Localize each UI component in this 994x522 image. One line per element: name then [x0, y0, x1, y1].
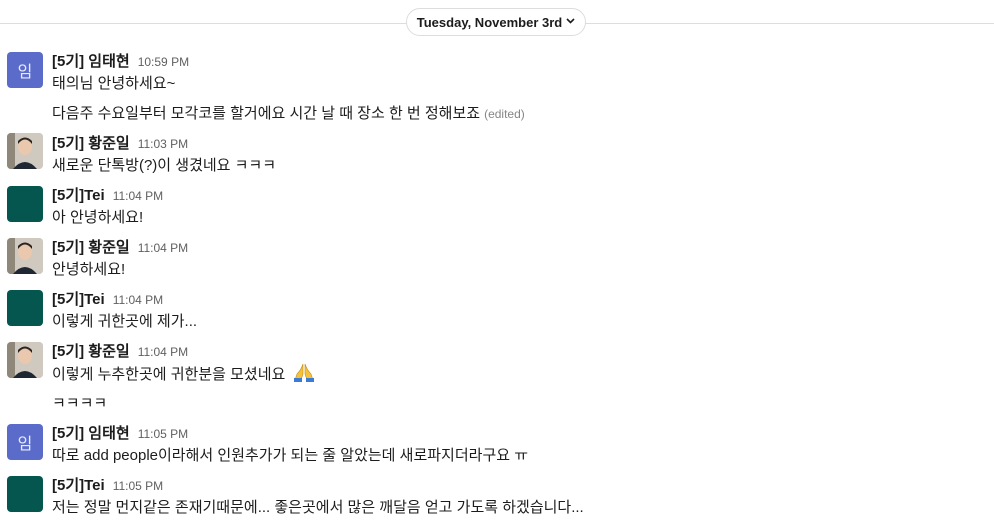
avatar[interactable]	[7, 342, 43, 378]
message-author[interactable]: [5기] 임태현 10:59 PM	[52, 50, 189, 71]
message-author[interactable]: [5기]Tei 11:04 PM	[52, 184, 163, 205]
message-timestamp[interactable]: 11:04 PM	[138, 345, 188, 359]
message-author[interactable]: [5기]Tei 11:05 PM	[52, 474, 163, 495]
message-text: 아 안녕하세요!	[52, 209, 144, 226]
avatar[interactable]	[7, 476, 43, 512]
message-text: 다음주 수요일부터 모각코를 할거에요 시간 날 때 장소 한 번 정해보죠 (e…	[52, 102, 525, 123]
author-name[interactable]: [5기] 임태현	[52, 425, 130, 442]
avatar-initial: 임	[17, 436, 33, 453]
message-text: 따로 add people이라해서 인원추가가 되는 줄 알았는데 새로파지더라…	[52, 447, 529, 464]
message-text: ㅋㅋㅋㅋ	[52, 395, 108, 412]
avatar[interactable]: 임	[7, 52, 43, 88]
edited-label: (edited)	[484, 107, 525, 121]
message-author[interactable]: [5기] 황준일 11:04 PM	[52, 340, 188, 361]
date-divider: Tuesday, November 3rd	[0, 0, 994, 46]
message-line: 이렇게 누추한곳에 귀한분을 모셨네요	[52, 366, 286, 383]
author-name[interactable]: [5기]Tei	[52, 291, 105, 308]
message-author[interactable]: [5기] 황준일 11:03 PM	[52, 132, 188, 153]
avatar[interactable]	[7, 238, 43, 274]
message-text: 이렇게 누추한곳에 귀한분을 모셨네요	[52, 362, 315, 386]
chevron-down-icon	[566, 16, 575, 27]
message-author[interactable]: [5기] 황준일 11:04 PM	[52, 236, 188, 257]
message-author[interactable]: [5기]Tei 11:04 PM	[52, 288, 163, 309]
avatar[interactable]	[7, 290, 43, 326]
date-label: Tuesday, November 3rd	[416, 14, 563, 30]
author-name[interactable]: [5기] 황준일	[52, 343, 130, 360]
message-timestamp[interactable]: 11:04 PM	[113, 293, 163, 307]
author-name[interactable]: [5기] 임태현	[52, 53, 130, 70]
avatar[interactable]	[7, 186, 43, 222]
message-text: 이렇게 귀한곳에 제가...	[52, 313, 198, 330]
folded-hands-emoji-icon[interactable]	[293, 362, 315, 386]
message-text: 저는 정말 먼지같은 존재기때문에... 좋은곳에서 많은 깨달음 얻고 가도록…	[52, 499, 584, 516]
message-text: 태의님 안녕하세요~	[52, 75, 176, 92]
message-timestamp[interactable]: 10:59 PM	[138, 55, 189, 69]
message-author[interactable]: [5기] 임태현 11:05 PM	[52, 422, 188, 443]
message-line: 다음주 수요일부터 모각코를 할거에요 시간 날 때 장소 한 번 정해보죠	[52, 105, 481, 122]
message-timestamp[interactable]: 11:04 PM	[113, 189, 163, 203]
avatar[interactable]	[7, 133, 43, 169]
date-jump-button[interactable]: Tuesday, November 3rd	[406, 8, 586, 36]
user-photo-icon	[7, 342, 43, 378]
author-name[interactable]: [5기] 황준일	[52, 239, 130, 256]
avatar[interactable]: 임	[7, 424, 43, 460]
author-name[interactable]: [5기] 황준일	[52, 135, 130, 152]
message-timestamp[interactable]: 11:05 PM	[138, 427, 188, 441]
author-name[interactable]: [5기]Tei	[52, 477, 105, 494]
message-timestamp[interactable]: 11:04 PM	[138, 241, 188, 255]
author-name[interactable]: [5기]Tei	[52, 187, 105, 204]
user-photo-icon	[7, 133, 43, 169]
user-photo-icon	[7, 238, 43, 274]
message-timestamp[interactable]: 11:05 PM	[113, 479, 163, 493]
avatar-initial: 임	[17, 64, 33, 81]
message-text: 새로운 단톡방(?)이 생겼네요 ㅋㅋㅋ	[52, 157, 277, 174]
message-timestamp[interactable]: 11:03 PM	[138, 137, 188, 151]
message-text: 안녕하세요!	[52, 261, 126, 278]
